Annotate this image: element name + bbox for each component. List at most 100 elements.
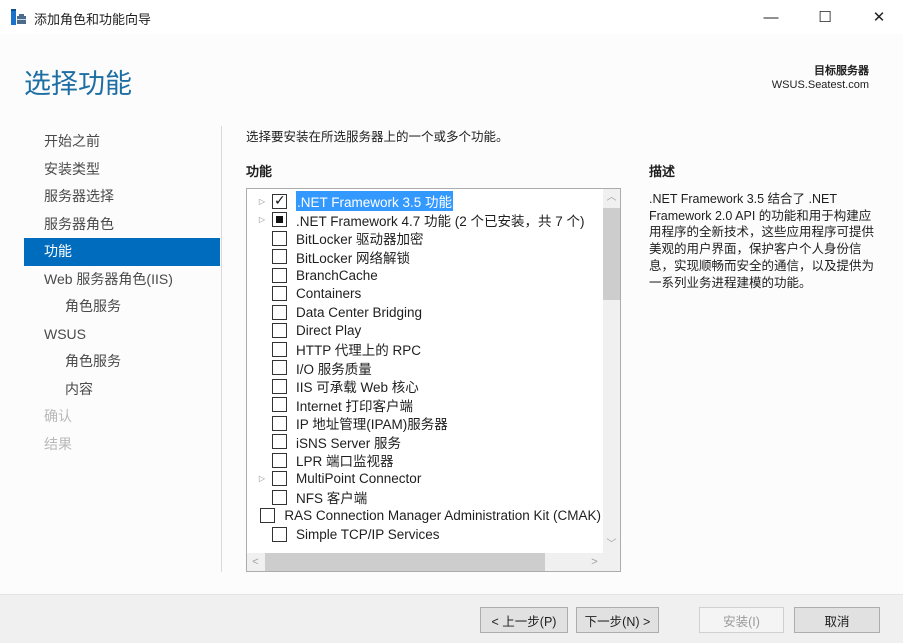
features-list: ▷ .NET Framework 3.5 功能 ▷ .NET Framework 4.… [247,191,601,544]
feature-row[interactable]: LPR 端口监视器 [247,451,601,470]
description-text: .NET Framework 3.5 结合了 .NET Framework 2.… [649,192,875,290]
sidebar-item: 结果 [44,435,72,452]
wizard-steps-nav: 开始之前 安装类型 服务器选择 服务器角色 功能 Web 服务器角色(IIS) 角色服务 WS… [24,128,220,458]
feature-row[interactable]: IIS 可承载 Web 核心 [247,377,601,396]
feature-label[interactable]: iSNS Server 服务 [296,432,401,452]
next-button[interactable]: 下一步(N) > [576,607,659,633]
sidebar-item[interactable]: 服务器选择 [24,183,220,211]
feature-label[interactable]: I/O 服务质量 [296,358,372,378]
sidebar-item[interactable]: 角色服务 [24,348,220,376]
vertical-scroll-thumb[interactable] [603,208,620,300]
features-tree[interactable]: ▷ .NET Framework 3.5 功能 ▷ .NET Framework 4.… [246,188,621,572]
cancel-button[interactable]: 取消 [794,607,880,633]
feature-checkbox[interactable] [272,304,287,320]
features-header: 功能 [246,164,273,179]
feature-checkbox[interactable] [272,286,287,302]
feature-row[interactable]: Simple TCP/IP Services [247,525,601,544]
feature-checkbox[interactable] [272,434,287,450]
feature-row[interactable]: RAS Connection Manager Administration Ki… [247,507,601,526]
feature-checkbox[interactable] [272,341,287,357]
footer-bar: < 上一步(P) 下一步(N) > 安装(I) 取消 [0,594,903,643]
target-server-value: WSUS.Seatest.com [771,79,869,91]
feature-row[interactable]: NFS 客户端 [247,488,601,507]
feature-label[interactable]: Data Center Bridging [296,305,422,320]
feature-label[interactable]: Containers [296,286,361,301]
sidebar-item[interactable]: 服务器角色 [24,211,220,239]
expand-arrow-icon[interactable]: ▷ [256,197,268,206]
feature-row[interactable]: Data Center Bridging [247,303,601,322]
feature-label[interactable]: Internet 打印客户端 [296,395,413,415]
feature-row[interactable]: iSNS Server 服务 [247,433,601,452]
feature-checkbox[interactable] [272,360,287,376]
feature-label[interactable]: NFS 客户端 [296,487,367,507]
sidebar-item[interactable]: 功能 [24,238,220,266]
feature-row[interactable]: ▷ .NET Framework 4.7 功能 (2 个已安装，共 7 个) [247,211,601,230]
feature-row[interactable]: BitLocker 网络解锁 [247,248,601,267]
feature-row[interactable]: Direct Play [247,322,601,341]
scroll-up-icon[interactable]: ︿ [603,189,620,206]
feature-checkbox[interactable] [272,526,287,542]
window-title: 添加角色和功能向导 [34,12,152,27]
horizontal-scrollbar[interactable]: < > [247,553,603,571]
feature-row[interactable]: ▷ MultiPoint Connector [247,470,601,489]
feature-row[interactable]: ▷ .NET Framework 3.5 功能 [247,191,601,212]
feature-label[interactable]: LPR 端口监视器 [296,450,394,470]
feature-row[interactable]: I/O 服务质量 [247,359,601,378]
vertical-scrollbar[interactable]: ︿ ﹀ [603,189,620,553]
scroll-left-icon[interactable]: < [247,553,264,571]
feature-label[interactable]: IP 地址管理(IPAM)服务器 [296,413,448,433]
feature-checkbox[interactable] [272,212,287,228]
feature-label[interactable]: RAS Connection Manager Administration Ki… [284,508,601,523]
feature-checkbox[interactable] [272,249,287,265]
description-header: 描述 [649,164,676,179]
sidebar-item[interactable]: 角色服务 [24,293,220,321]
close-button[interactable]: ✕ [856,0,902,34]
scrollbar-corner [603,553,620,571]
sidebar-item[interactable]: Web 服务器角色(IIS) [24,266,220,294]
feature-checkbox[interactable] [272,192,287,209]
title-bar: 添加角色和功能向导 — ☐ ✕ [0,0,903,34]
feature-label[interactable]: MultiPoint Connector [296,471,421,486]
horizontal-scroll-thumb[interactable] [265,553,545,571]
feature-checkbox[interactable] [272,267,287,283]
feature-checkbox[interactable] [272,452,287,468]
feature-label[interactable]: BitLocker 网络解锁 [296,247,410,267]
scroll-down-icon[interactable]: ﹀ [603,536,620,553]
feature-checkbox[interactable] [272,415,287,431]
feature-checkbox[interactable] [272,471,287,487]
server-manager-icon [11,9,26,25]
install-button[interactable]: 安装(I) [699,607,784,633]
feature-checkbox[interactable] [272,397,287,413]
feature-checkbox[interactable] [272,378,287,394]
feature-label[interactable]: Simple TCP/IP Services [296,527,440,542]
feature-label[interactable]: Direct Play [296,323,361,338]
feature-checkbox[interactable] [260,508,276,524]
expand-arrow-icon[interactable]: ▷ [256,474,268,483]
feature-row[interactable]: Containers [247,285,601,304]
feature-row[interactable]: IP 地址管理(IPAM)服务器 [247,414,601,433]
scroll-right-icon[interactable]: > [586,553,603,571]
feature-label[interactable]: BranchCache [296,268,378,283]
feature-label[interactable]: HTTP 代理上的 RPC [296,339,421,359]
feature-row[interactable]: BranchCache [247,266,601,285]
feature-row[interactable]: BitLocker 驱动器加密 [247,229,601,248]
feature-row[interactable]: HTTP 代理上的 RPC [247,340,601,359]
maximize-button[interactable]: ☐ [802,0,848,34]
sidebar-item[interactable]: WSUS [24,321,220,349]
minimize-button[interactable]: — [748,0,794,34]
sidebar-item[interactable]: 开始之前 [24,128,220,156]
feature-label[interactable]: .NET Framework 3.5 功能 [296,191,454,212]
feature-checkbox[interactable] [272,323,287,339]
expand-arrow-icon[interactable]: ▷ [256,215,268,224]
feature-row[interactable]: Internet 打印客户端 [247,396,601,415]
sidebar-item[interactable]: 安装类型 [24,156,220,184]
sidebar-item[interactable]: 内容 [24,376,220,404]
feature-checkbox[interactable] [272,230,287,246]
feature-label[interactable]: BitLocker 驱动器加密 [296,228,424,248]
minimize-icon: — [763,8,779,26]
previous-button[interactable]: < 上一步(P) [480,607,568,633]
feature-label[interactable]: .NET Framework 4.7 功能 (2 个已安装，共 7 个) [296,210,585,230]
feature-checkbox[interactable] [272,489,287,505]
target-server: 目标服务器 WSUS.Seatest.com [772,64,869,92]
feature-label[interactable]: IIS 可承载 Web 核心 [296,376,419,396]
